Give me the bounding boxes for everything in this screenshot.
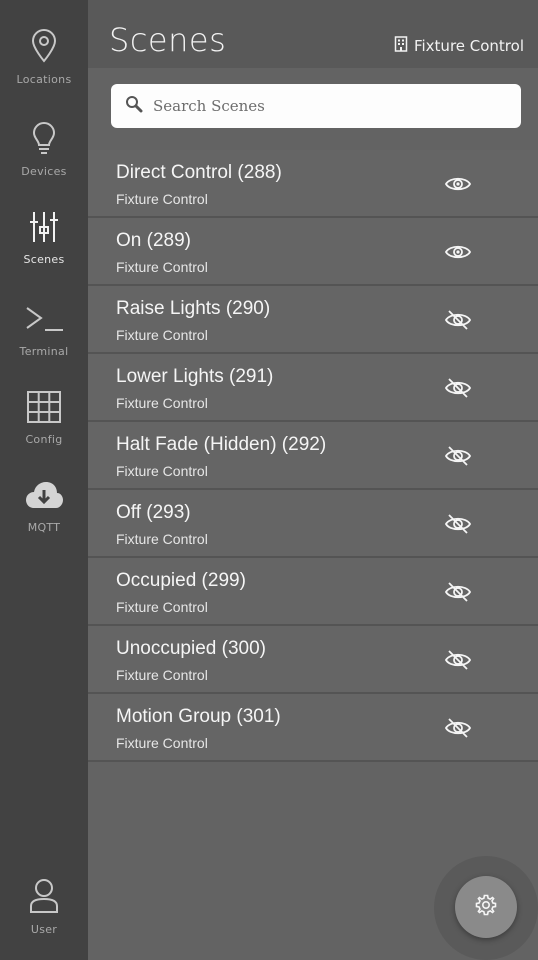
search-icon <box>125 95 143 118</box>
eye-icon[interactable] <box>444 174 472 194</box>
sidebar-nav: Locations Devices Scenes Terminal Config… <box>0 0 88 960</box>
terminal-icon <box>0 302 88 341</box>
scene-title: Lower Lights (291) <box>116 366 274 387</box>
scene-row[interactable]: Occupied (299) Fixture Control <box>88 558 538 626</box>
scene-title: On (289) <box>116 230 191 251</box>
page-title: Scenes <box>109 21 227 59</box>
eye-off-icon[interactable] <box>444 718 472 738</box>
sidebar-item-label: Config <box>25 433 63 446</box>
eye-off-icon[interactable] <box>444 378 472 398</box>
scene-list: Direct Control (288) Fixture Control On (2… <box>88 150 538 762</box>
scene-subtitle: Fixture Control <box>116 191 208 207</box>
scene-row[interactable]: Off (293) Fixture Control <box>88 490 538 558</box>
settings-fab-button[interactable] <box>455 876 517 938</box>
scene-title: Motion Group (301) <box>116 706 281 727</box>
scene-title: Direct Control (288) <box>116 162 282 183</box>
scene-subtitle: Fixture Control <box>116 327 208 343</box>
eye-off-icon[interactable] <box>444 446 472 466</box>
eye-off-icon[interactable] <box>444 514 472 534</box>
building-icon <box>394 36 408 56</box>
sidebar-item-locations[interactable]: Locations <box>0 28 88 86</box>
search-input[interactable] <box>151 96 495 116</box>
scene-row[interactable]: Raise Lights (290) Fixture Control <box>88 286 538 354</box>
scene-subtitle: Fixture Control <box>116 599 208 615</box>
sidebar-item-terminal[interactable]: Terminal <box>0 302 88 358</box>
sidebar-item-label: Scenes <box>23 253 65 266</box>
gear-icon <box>474 893 498 922</box>
page-header: Scenes Fixture Control <box>88 0 538 68</box>
eye-icon[interactable] <box>444 242 472 262</box>
scene-subtitle: Fixture Control <box>116 735 208 751</box>
scene-row[interactable]: On (289) Fixture Control <box>88 218 538 286</box>
eye-off-icon[interactable] <box>444 310 472 330</box>
scene-subtitle: Fixture Control <box>116 531 208 547</box>
sidebar-item-devices[interactable]: Devices <box>0 120 88 178</box>
scene-subtitle: Fixture Control <box>116 395 208 411</box>
sidebar-item-label: User <box>30 923 58 936</box>
scene-subtitle: Fixture Control <box>116 259 208 275</box>
sidebar-item-user[interactable]: User <box>0 878 88 936</box>
scene-row[interactable]: Lower Lights (291) Fixture Control <box>88 354 538 422</box>
grid-icon <box>0 390 88 429</box>
user-icon <box>0 878 88 919</box>
sidebar-item-mqtt[interactable]: MQTT <box>0 478 88 534</box>
scene-row[interactable]: Halt Fade (Hidden) (292) Fixture Control <box>88 422 538 490</box>
scene-subtitle: Fixture Control <box>116 463 208 479</box>
sidebar-item-label: Locations <box>16 73 72 86</box>
context-selector[interactable]: Fixture Control <box>394 36 524 56</box>
lightbulb-icon <box>0 120 88 161</box>
scene-row[interactable]: Unoccupied (300) Fixture Control <box>88 626 538 694</box>
scene-title: Occupied (299) <box>116 570 246 591</box>
sidebar-item-label: MQTT <box>27 521 61 534</box>
location-pin-icon <box>0 28 88 69</box>
sidebar-item-scenes[interactable]: Scenes <box>0 210 88 266</box>
scene-title: Off (293) <box>116 502 191 523</box>
app-root: Locations Devices Scenes Terminal Config… <box>0 0 538 960</box>
eye-off-icon[interactable] <box>444 650 472 670</box>
sliders-icon <box>0 210 88 249</box>
scene-title: Halt Fade (Hidden) (292) <box>116 434 327 455</box>
scene-title: Raise Lights (290) <box>116 298 271 319</box>
sidebar-item-config[interactable]: Config <box>0 390 88 446</box>
eye-off-icon[interactable] <box>444 582 472 602</box>
scene-subtitle: Fixture Control <box>116 667 208 683</box>
sidebar-item-label: Devices <box>21 165 67 178</box>
sidebar-item-label: Terminal <box>19 345 69 358</box>
scene-title: Unoccupied (300) <box>116 638 266 659</box>
cloud-download-icon <box>0 478 88 517</box>
scene-row[interactable]: Direct Control (288) Fixture Control <box>88 150 538 218</box>
scene-row[interactable]: Motion Group (301) Fixture Control <box>88 694 538 762</box>
context-label: Fixture Control <box>413 37 524 55</box>
search-box <box>111 84 521 128</box>
